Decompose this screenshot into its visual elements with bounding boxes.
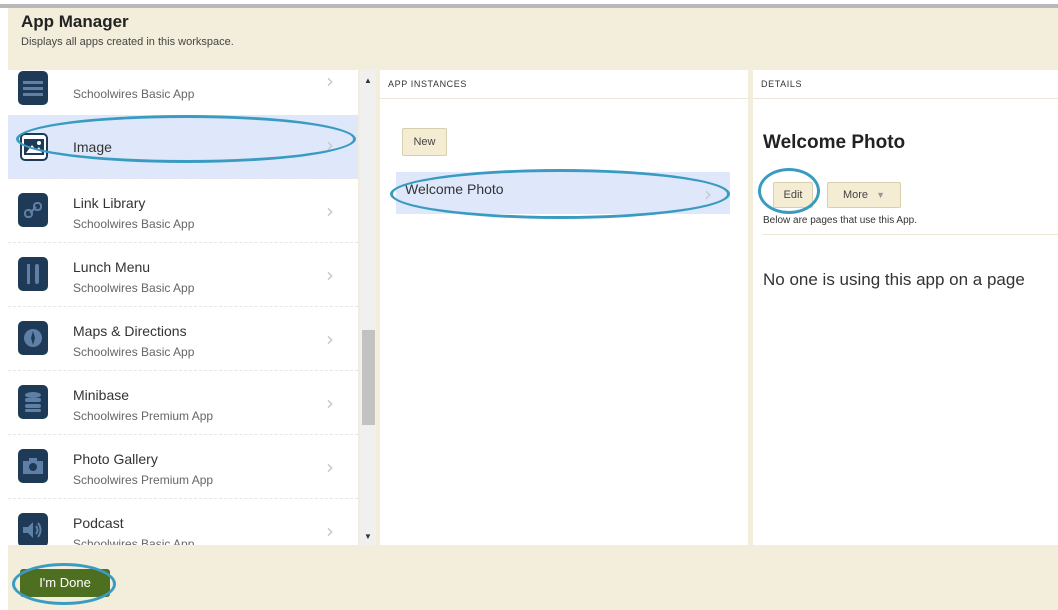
app-item-podcast[interactable]: Podcast Schoolwires Basic App › [8, 499, 358, 545]
app-name: Lunch Menu [73, 259, 151, 275]
im-done-button[interactable]: I'm Done [20, 569, 110, 597]
chevron-right-icon: › [326, 263, 334, 287]
app-type: Schoolwires Premium App [73, 473, 214, 487]
compass-icon [18, 321, 48, 355]
app-item-image[interactable]: Image › [8, 115, 358, 179]
app-item-minibase[interactable]: Minibase Schoolwires Premium App › [8, 371, 358, 435]
instance-row[interactable]: Welcome Photo › [396, 172, 730, 214]
link-icon [18, 193, 48, 227]
divider [763, 234, 1058, 235]
image-icon [20, 133, 48, 161]
chevron-right-icon: › [326, 327, 334, 351]
app-name: Maps & Directions [73, 323, 187, 339]
app-type: Schoolwires Basic App [73, 281, 195, 295]
edit-button[interactable]: Edit [773, 182, 813, 208]
chevron-right-icon: › [704, 182, 712, 206]
app-type: Schoolwires Basic App [73, 537, 195, 545]
chevron-right-icon: › [326, 391, 334, 415]
scroll-up-icon[interactable]: ▲ [360, 74, 376, 88]
app-item-lunch-menu[interactable]: Lunch Menu Schoolwires Basic App › [8, 243, 358, 307]
chevron-right-icon: › [326, 133, 334, 157]
instances-header: APP INSTANCES [380, 70, 748, 99]
app-manager-window: App Manager Displays all apps created in… [8, 8, 1058, 610]
camera-icon [18, 449, 48, 483]
page-subtitle: Displays all apps created in this worksp… [21, 36, 234, 48]
app-item-link-library[interactable]: Link Library Schoolwires Basic App › [8, 179, 358, 243]
app-type: Schoolwires Basic App [73, 87, 195, 101]
new-button[interactable]: New [402, 128, 447, 156]
app-name: Minibase [73, 387, 130, 403]
chevron-right-icon: › [326, 519, 334, 543]
app-name: Podcast [73, 515, 124, 531]
app-type: Schoolwires Basic App [73, 345, 195, 359]
app-type: Schoolwires Basic App [73, 217, 195, 231]
header: App Manager Displays all apps created in… [21, 12, 234, 48]
page-title: App Manager [21, 12, 129, 31]
list-icon [18, 71, 48, 105]
chevron-right-icon: › [326, 199, 334, 223]
detail-note: Below are pages that use this App. [763, 215, 917, 226]
details-panel: DETAILS Welcome Photo Edit More ▼ Below … [753, 70, 1058, 545]
database-icon [18, 385, 48, 419]
chevron-right-icon: › [326, 70, 334, 93]
more-label: More [842, 189, 869, 201]
details-header: DETAILS [753, 70, 1058, 99]
app-name: Photo Gallery [73, 451, 158, 467]
instance-label: Welcome Photo [405, 181, 504, 197]
detail-title: Welcome Photo [763, 132, 906, 153]
scroll-down-icon[interactable]: ▼ [360, 530, 376, 544]
app-type: Schoolwires Premium App [73, 409, 214, 423]
app-item-schoolwires-basic[interactable]: Schoolwires Basic App › [8, 70, 358, 121]
apps-list: Schoolwires Basic App › Image › Link Lib… [8, 70, 358, 545]
scroll-thumb[interactable] [362, 330, 375, 425]
app-item-photo-gallery[interactable]: Photo Gallery Schoolwires Premium App › [8, 435, 358, 499]
app-item-maps-directions[interactable]: Maps & Directions Schoolwires Basic App … [8, 307, 358, 371]
empty-message: No one is using this app on a page [763, 270, 1025, 289]
app-name: Image [73, 139, 112, 155]
utensils-icon [18, 257, 48, 291]
chevron-right-icon: › [326, 455, 334, 479]
speaker-icon [18, 513, 48, 545]
app-instances-panel: APP INSTANCES New Welcome Photo › [380, 70, 748, 545]
apps-scrollbar[interactable]: ▲ ▼ [360, 70, 376, 545]
more-button[interactable]: More ▼ [827, 182, 901, 208]
app-name: Link Library [73, 195, 146, 211]
chevron-down-icon: ▼ [876, 190, 886, 200]
